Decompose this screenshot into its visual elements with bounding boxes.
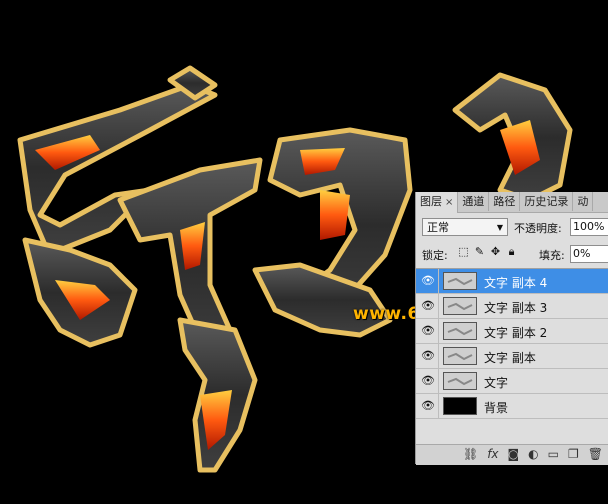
layer-thumbnail	[443, 297, 477, 315]
layer-name: 背景	[484, 401, 509, 415]
lock-options: ⬚ ✎ ✥ 🔒︎	[458, 245, 517, 259]
fill-label: 填充:	[539, 249, 565, 262]
eye-icon[interactable]: 👁︎	[420, 399, 436, 413]
layer-name: 文字 副本	[484, 351, 536, 365]
layer-name: 文字 副本 3	[484, 301, 548, 315]
tab-actions[interactable]: 动	[573, 192, 594, 211]
tab-paths[interactable]: 路径	[489, 192, 521, 211]
layer-list: 👁︎ 文字 副本 4 👁︎ 文字 副本 3 👁︎ 文字 副本 2 👁︎ 文字 副…	[416, 268, 608, 419]
layer-row[interactable]: 👁︎ 文字 副本 2	[416, 319, 608, 344]
layer-name: 文字 副本 2	[484, 326, 548, 340]
layers-panel: 图层 × 通道 路径 历史记录 动 正常 ▼ 不透明度: 100% 锁定: ⬚ ✎…	[415, 192, 608, 465]
lock-move-icon[interactable]: ✥	[490, 245, 501, 259]
layer-thumbnail	[443, 372, 477, 390]
eye-icon[interactable]: 👁︎	[420, 324, 436, 338]
lock-label: 锁定:	[422, 249, 448, 262]
lock-all-icon[interactable]: 🔒︎	[506, 245, 517, 259]
eye-icon[interactable]: 👁︎	[420, 349, 436, 363]
layer-row[interactable]: 👁︎ 文字 副本 4	[416, 269, 608, 294]
mask-icon[interactable]: ◙	[508, 447, 520, 461]
tab-layers[interactable]: 图层 ×	[416, 192, 459, 213]
tab-channels[interactable]: 通道	[458, 192, 490, 211]
tab-history[interactable]: 历史记录	[520, 192, 574, 211]
trash-icon[interactable]: 🗑︎	[588, 447, 603, 461]
chevron-down-icon: ▼	[496, 223, 503, 232]
layer-row[interactable]: 👁︎ 文字	[416, 369, 608, 394]
link-icon[interactable]: ⛓	[463, 447, 478, 461]
layer-thumbnail	[443, 347, 477, 365]
eye-icon[interactable]: 👁︎	[420, 299, 436, 313]
layer-thumbnail	[443, 397, 477, 415]
blend-mode-select[interactable]: 正常 ▼	[422, 218, 508, 236]
opacity-input[interactable]: 100%	[570, 218, 608, 236]
layer-thumbnail	[443, 322, 477, 340]
fx-icon[interactable]: fx	[487, 447, 498, 461]
new-layer-icon[interactable]: ❐	[568, 447, 579, 461]
group-icon[interactable]: ▭	[548, 447, 559, 461]
adjustment-icon[interactable]: ◐	[528, 447, 538, 461]
eye-icon[interactable]: 👁︎	[420, 274, 436, 288]
layer-row[interactable]: 👁︎ 文字 副本	[416, 344, 608, 369]
layer-name: 文字 副本 4	[484, 276, 548, 290]
eye-icon[interactable]: 👁︎	[420, 374, 436, 388]
lock-brush-icon[interactable]: ✎	[474, 245, 485, 259]
layer-name: 文字	[484, 376, 509, 390]
lock-transparency-icon[interactable]: ⬚	[458, 245, 469, 259]
fill-input[interactable]: 0%	[570, 245, 608, 263]
opacity-label: 不透明度:	[514, 222, 562, 235]
panel-footer: ⛓ fx ◙ ◐ ▭ ❐ 🗑︎	[416, 444, 608, 465]
panel-tab-bar: 图层 × 通道 路径 历史记录 动	[416, 192, 608, 213]
close-icon[interactable]: ×	[445, 197, 453, 208]
layer-thumbnail	[443, 272, 477, 290]
layer-row[interactable]: 👁︎ 背景	[416, 394, 608, 419]
layer-row[interactable]: 👁︎ 文字 副本 3	[416, 294, 608, 319]
